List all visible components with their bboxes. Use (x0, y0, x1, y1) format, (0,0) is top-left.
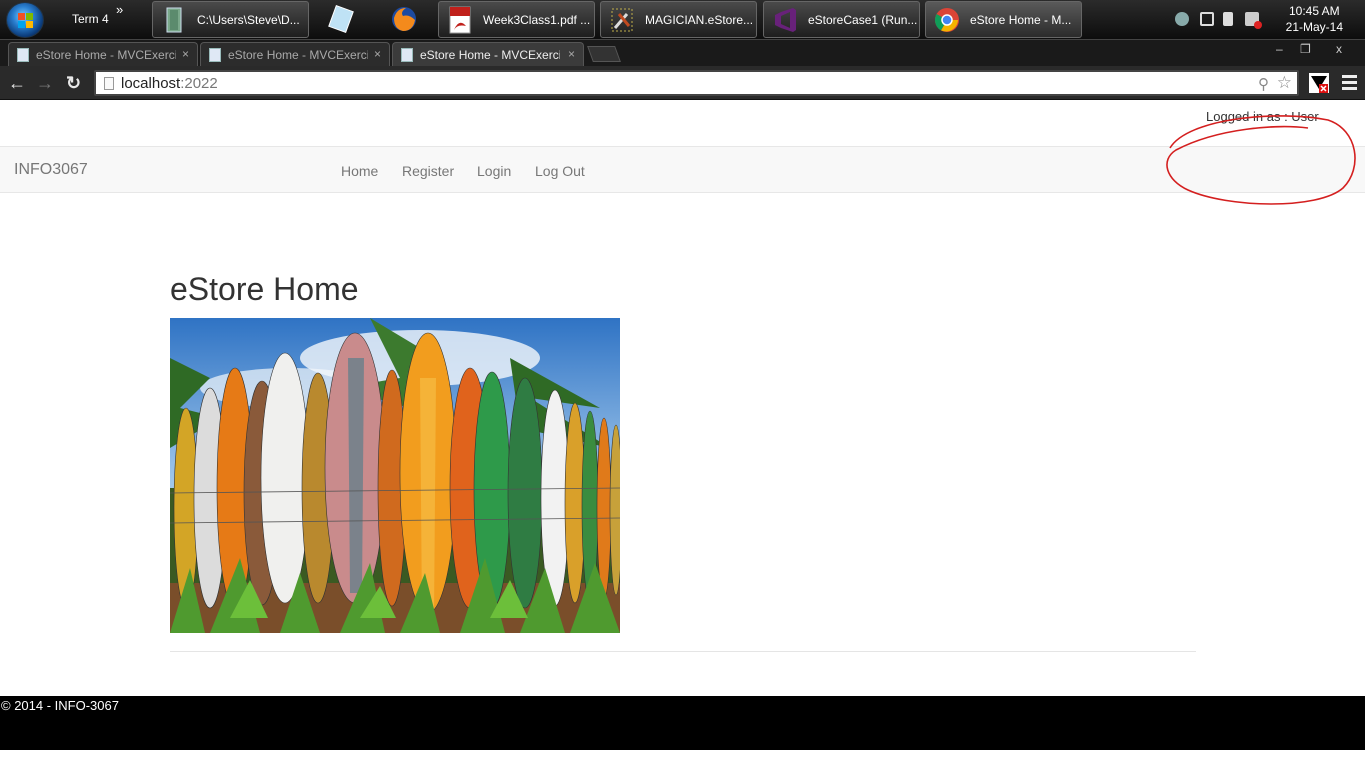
new-tab-button[interactable] (587, 46, 621, 62)
volume-muted-icon[interactable] (1245, 12, 1262, 29)
battery-icon[interactable] (1223, 12, 1233, 26)
content-divider (170, 651, 1196, 652)
start-button[interactable] (6, 2, 44, 38)
toolbar-overflow-icon[interactable]: » (116, 2, 123, 17)
taskbar-button-label: eStore Home - M... (970, 13, 1072, 27)
url-port: :2022 (180, 75, 218, 92)
search-icon[interactable]: ⚲ (1258, 75, 1269, 93)
page-favicon-icon (17, 48, 29, 62)
browser-toolbar: ← → ↻ localhost:2022 ⚲ ☆ (0, 66, 1365, 100)
tools-icon (611, 8, 633, 32)
tab-title: eStore Home - MVCExerci (420, 48, 560, 62)
page-favicon-icon (209, 48, 221, 62)
copyright-text: © 2014 - INFO-3067 (1, 698, 119, 713)
page-viewport: INFO3067 Home Register Login Log Out Log… (0, 100, 1365, 750)
tab-estore-home-1[interactable]: eStore Home - MVCExerci × (8, 42, 198, 66)
surfboards-hero-image (170, 318, 620, 633)
nav-link-logout[interactable]: Log Out (535, 163, 585, 179)
page-bottom-edge (0, 750, 1365, 767)
site-brand-link[interactable]: INFO3067 (14, 161, 88, 179)
nav-link-login[interactable]: Login (477, 163, 511, 179)
taskbar-toolbar-label[interactable]: Term 4 (72, 12, 109, 26)
pdf-icon (449, 6, 471, 34)
network-drive-icon[interactable] (1175, 12, 1189, 26)
notepad-icon[interactable] (326, 4, 356, 34)
clock-date: 21-May-14 (1285, 20, 1343, 34)
close-window-icon[interactable]: x (1336, 42, 1342, 56)
clock-time: 10:45 AM (1288, 4, 1340, 18)
restore-window-icon[interactable]: ❐ (1300, 42, 1311, 56)
url-text: localhost:2022 (121, 75, 218, 92)
tab-title: eStore Home - MVCExerci (36, 48, 176, 62)
browser-tab-strip: eStore Home - MVCExerci × eStore Home - … (0, 40, 1365, 66)
tab-close-icon[interactable]: × (182, 47, 189, 61)
page-icon (104, 77, 114, 90)
system-tray: 10:45 AM 21-May-14 (1165, 0, 1365, 40)
taskbar-button-label: Week3Class1.pdf ... (483, 13, 591, 27)
nav-link-home[interactable]: Home (341, 163, 378, 179)
taskbar-button-chrome[interactable]: eStore Home - M... (925, 1, 1082, 38)
red-circle-annotation (1166, 115, 1356, 205)
windows-logo-icon (18, 13, 34, 29)
extension-icon[interactable] (1309, 73, 1329, 93)
reload-icon[interactable]: ↻ (66, 73, 81, 94)
visual-studio-icon (775, 8, 796, 32)
system-clock[interactable]: 10:45 AM 21-May-14 (1286, 3, 1343, 35)
taskbar-button-label: C:\Users\Steve\D... (197, 13, 300, 27)
tab-close-icon[interactable]: × (568, 47, 575, 61)
minimize-window-icon[interactable]: – (1276, 42, 1283, 56)
folder-icon (166, 7, 182, 33)
nav-link-register[interactable]: Register (402, 163, 454, 179)
action-center-icon[interactable] (1200, 12, 1214, 26)
chrome-icon (934, 8, 959, 32)
tab-title: eStore Home - MVCExerci (228, 48, 368, 62)
taskbar-button-label: MAGICIAN.eStore... (645, 13, 754, 27)
taskbar-button-explorer[interactable]: C:\Users\Steve\D... (152, 1, 309, 38)
taskbar-button-magician[interactable]: MAGICIAN.eStore... (600, 1, 757, 38)
back-icon[interactable]: ← (8, 73, 26, 94)
site-footer: © 2014 - INFO-3067 (0, 696, 1365, 750)
forward-icon[interactable]: → (36, 73, 54, 94)
windows-taskbar: Term 4 » C:\Users\Steve\D... Week3Class1… (0, 0, 1365, 40)
page-title: eStore Home (170, 271, 359, 307)
firefox-icon[interactable] (389, 4, 419, 34)
browser-menu-icon[interactable] (1342, 75, 1357, 93)
taskbar-button-visual-studio[interactable]: eStoreCase1 (Run... (763, 1, 920, 38)
taskbar-button-pdf[interactable]: Week3Class1.pdf ... (438, 1, 595, 38)
bookmark-star-icon[interactable]: ☆ (1277, 73, 1292, 93)
url-host: localhost (121, 75, 181, 92)
taskbar-button-label: eStoreCase1 (Run... (808, 13, 918, 27)
address-bar[interactable]: localhost:2022 ⚲ ☆ (94, 70, 1299, 96)
tab-estore-home-active[interactable]: eStore Home - MVCExerci × (392, 42, 584, 66)
tab-estore-home-2[interactable]: eStore Home - MVCExerci × (200, 42, 390, 66)
page-favicon-icon (401, 48, 413, 62)
tab-close-icon[interactable]: × (374, 47, 381, 61)
